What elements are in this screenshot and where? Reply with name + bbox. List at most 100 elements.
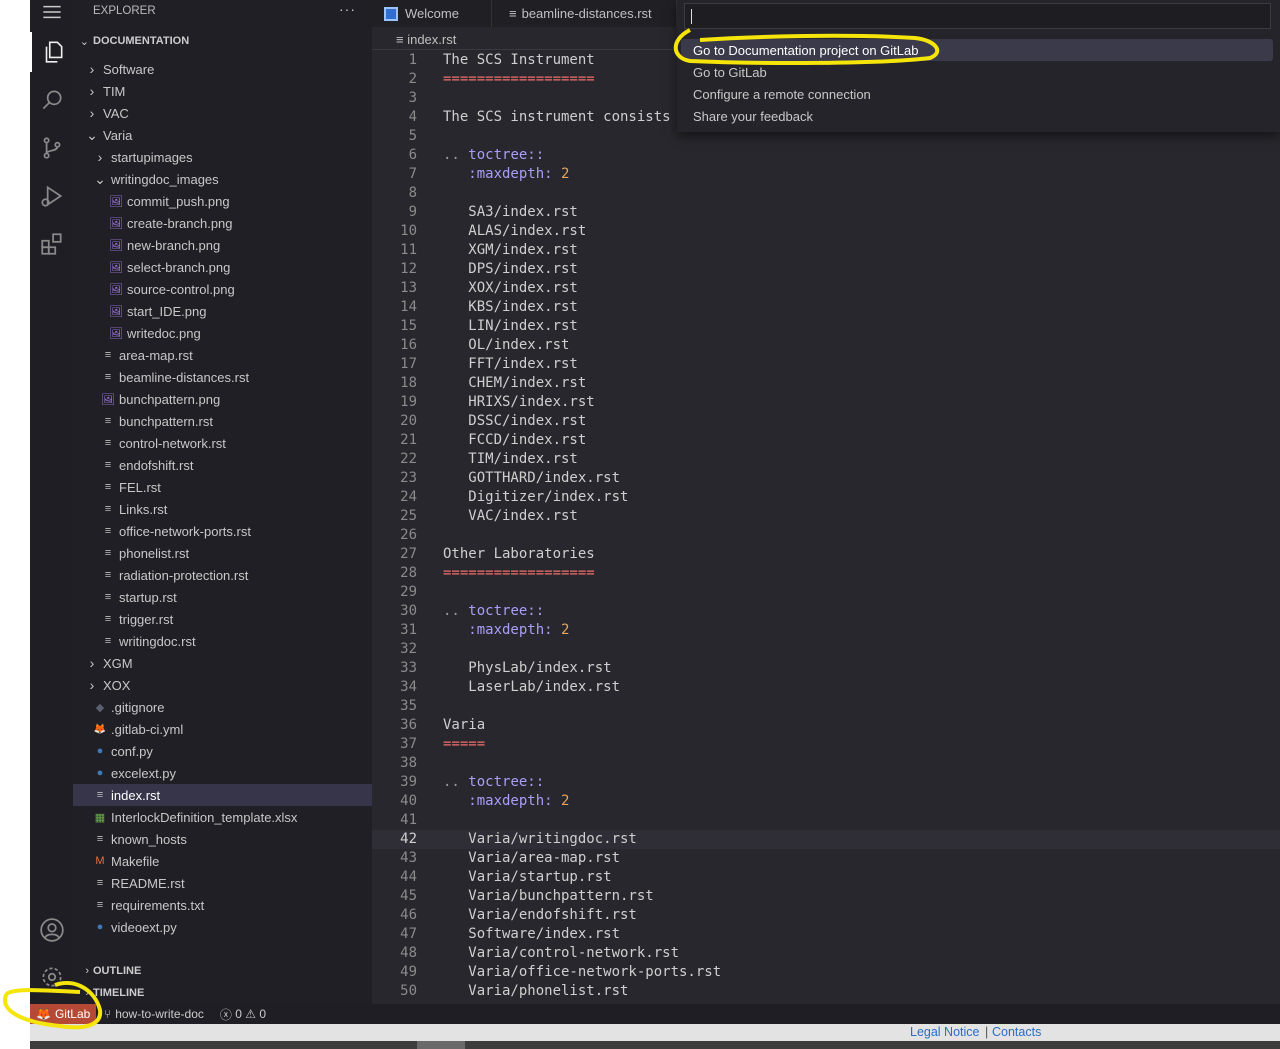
code-line[interactable]: 21 FCCD/index.rst [372,431,1280,450]
tab-beamline-distances[interactable]: ≡ beamline-distances.rst [497,0,677,27]
code-line[interactable]: 6.. toctree:: [372,146,1280,165]
code-line[interactable]: 49 Varia/office-network-ports.rst [372,963,1280,982]
tree-folder[interactable]: ⌄ Varia [73,124,372,146]
code-line[interactable]: 39.. toctree:: [372,773,1280,792]
code-line[interactable]: 42 Varia/writingdoc.rst [372,830,1280,849]
code-editor[interactable]: 1 The SCS Instrument 2 ================== 3 4… [372,51,1280,1001]
code-line[interactable]: 9 SA3/index.rst [372,203,1280,222]
tree-file[interactable]: ● excelext.py [73,762,372,784]
code-line[interactable]: 20 DSSC/index.rst [372,412,1280,431]
tree-file[interactable]: ≡ FEL.rst [73,476,372,498]
code-line[interactable]: 50 Varia/phonelist.rst [372,982,1280,1001]
tree-file[interactable]: ≡ bunchpattern.rst [73,410,372,432]
tree-file[interactable]: 🖼 bunchpattern.png [73,388,372,410]
tree-file[interactable]: 🖼 commit_push.png [73,190,372,212]
tab-welcome[interactable]: Welcome [372,0,492,27]
palette-item-go-to-gitlab[interactable]: Go to GitLab [681,61,1273,83]
tree-file[interactable]: ≡ known_hosts [73,828,372,850]
tree-folder[interactable]: › XGM [73,652,372,674]
scrollbar[interactable] [30,1041,1280,1049]
code-line[interactable]: 40 :maxdepth: 2 [372,792,1280,811]
code-line[interactable]: 7 :maxdepth: 2 [372,165,1280,184]
code-line[interactable]: 34 LaserLab/index.rst [372,678,1280,697]
section-timeline[interactable]: › TIMELINE [73,983,372,1003]
tree-file[interactable]: ≡ Links.rst [73,498,372,520]
tree-file[interactable]: ≡ README.rst [73,872,372,894]
tree-file[interactable]: M Makefile [73,850,372,872]
code-line[interactable]: 43 Varia/area-map.rst [372,849,1280,868]
section-documentation[interactable]: ⌄ DOCUMENTATION [73,31,372,51]
tree-file[interactable]: 🖼 writedoc.png [73,322,372,344]
code-line[interactable]: 35 [372,697,1280,716]
tree-folder[interactable]: › XOX [73,674,372,696]
code-line[interactable]: 37 ===== [372,735,1280,754]
tree-file[interactable]: 🖼 source-control.png [73,278,372,300]
code-line[interactable]: 18 CHEM/index.rst [372,374,1280,393]
source-control-icon[interactable] [30,128,73,168]
tree-file[interactable]: ≡ control-network.rst [73,432,372,454]
code-line[interactable]: 24 Digitizer/index.rst [372,488,1280,507]
palette-item-configure-remote[interactable]: Configure a remote connection [681,83,1273,105]
tree-file[interactable]: 🖼 new-branch.png [73,234,372,256]
code-line[interactable]: 22 TIM/index.rst [372,450,1280,469]
code-line[interactable]: 38 [372,754,1280,773]
code-line[interactable]: 17 FFT/index.rst [372,355,1280,374]
code-line[interactable]: 25 VAC/index.rst [372,507,1280,526]
tree-file[interactable]: ≡ trigger.rst [73,608,372,630]
problems-indicator[interactable]: ⓧ 0 ⚠ 0 [220,1006,266,1023]
tree-folder[interactable]: ⌄ writingdoc_images [73,168,372,190]
tree-file[interactable]: ≡ requirements.txt [73,894,372,916]
code-line[interactable]: 27 Other Laboratories [372,545,1280,564]
code-line[interactable]: 15 LIN/index.rst [372,317,1280,336]
code-line[interactable]: 13 XOX/index.rst [372,279,1280,298]
code-line[interactable]: 30.. toctree:: [372,602,1280,621]
tree-file[interactable]: ≡ writingdoc.rst [73,630,372,652]
extensions-icon[interactable] [30,224,73,264]
code-line[interactable]: 32 [372,640,1280,659]
menu-icon[interactable] [30,0,73,32]
tree-folder[interactable]: › Software [73,58,372,80]
tree-folder[interactable]: › TIM [73,80,372,102]
code-line[interactable]: 28 ================== [372,564,1280,583]
tree-file[interactable]: ≡ index.rst [73,784,372,806]
scrollbar-thumb[interactable] [417,1041,465,1049]
legal-notice-link[interactable]: Legal Notice [910,1025,980,1039]
tree-file[interactable]: ≡ area-map.rst [73,344,372,366]
code-line[interactable]: 29 [372,583,1280,602]
tree-folder[interactable]: › VAC [73,102,372,124]
palette-item-share-feedback[interactable]: Share your feedback [681,105,1273,127]
code-line[interactable]: 33 PhysLab/index.rst [372,659,1280,678]
gear-icon[interactable] [30,957,73,997]
code-line[interactable]: 23 GOTTHARD/index.rst [372,469,1280,488]
section-outline[interactable]: › OUTLINE [73,961,372,981]
tree-file[interactable]: ▦ InterlockDefinition_template.xlsx [73,806,372,828]
code-line[interactable]: 46 Varia/endofshift.rst [372,906,1280,925]
tree-file[interactable]: ≡ startup.rst [73,586,372,608]
code-line[interactable]: 14 KBS/index.rst [372,298,1280,317]
code-line[interactable]: 44 Varia/startup.rst [372,868,1280,887]
code-line[interactable]: 12 DPS/index.rst [372,260,1280,279]
tree-file[interactable]: 🖼 create-branch.png [73,212,372,234]
command-input[interactable] [684,3,1271,29]
branch-indicator[interactable]: ⑂ how-to-write-doc [104,1007,204,1021]
contacts-link[interactable]: Contacts [992,1025,1041,1039]
tree-file[interactable]: ≡ beamline-distances.rst [73,366,372,388]
code-line[interactable]: 8 [372,184,1280,203]
account-icon[interactable] [30,910,73,950]
run-debug-icon[interactable] [30,176,73,216]
tree-file[interactable]: ≡ office-network-ports.rst [73,520,372,542]
tree-folder[interactable]: › startupimages [73,146,372,168]
palette-item-go-to-documentation-project[interactable]: Go to Documentation project on GitLab [681,39,1273,61]
tree-file[interactable]: ● conf.py [73,740,372,762]
tree-file[interactable]: ≡ endofshift.rst [73,454,372,476]
code-line[interactable]: 11 XGM/index.rst [372,241,1280,260]
files-icon[interactable] [30,32,73,72]
code-line[interactable]: 16 OL/index.rst [372,336,1280,355]
tree-file[interactable]: ◆ .gitignore [73,696,372,718]
code-line[interactable]: 47 Software/index.rst [372,925,1280,944]
tree-file[interactable]: 🖼 select-branch.png [73,256,372,278]
tree-file[interactable]: ≡ phonelist.rst [73,542,372,564]
code-line[interactable]: 41 [372,811,1280,830]
tree-file[interactable]: ≡ radiation-protection.rst [73,564,372,586]
more-actions-icon[interactable]: ··· [339,1,356,17]
